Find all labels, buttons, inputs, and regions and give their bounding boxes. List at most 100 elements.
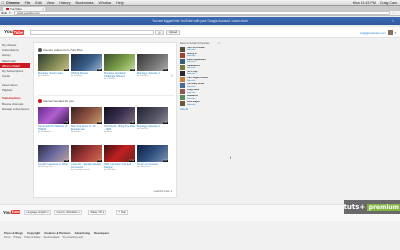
video-duration: 2:36 (63, 121, 69, 124)
video-thumbnail[interactable]: 4:46 (104, 107, 135, 124)
view-all-link[interactable]: view all (180, 108, 220, 111)
video-thumbnail[interactable]: 3:15 (137, 145, 168, 162)
video-card[interactable]: 3:59 Star Trek Frees S.. 10 Episode last… (71, 107, 102, 134)
video-card[interactable]: 3:41 Mondays, Snow Letter by TutsPlus (38, 54, 69, 81)
footer-link[interactable]: Send feedback (43, 236, 59, 239)
subscribe-link[interactable]: Subscribe (187, 73, 198, 75)
subscribe-link[interactable]: Subscribe (187, 80, 209, 82)
footer-link[interactable]: Advertising (75, 231, 90, 235)
section-divider (38, 95, 174, 96)
footer-link[interactable]: Privacy (14, 236, 22, 239)
load-more-button[interactable]: Load 10 more ▾ (154, 190, 172, 193)
video-thumbnail[interactable]: 4:12 (71, 145, 102, 162)
menubar-user[interactable]: Craig Cam (380, 1, 397, 5)
footer-link[interactable]: Terms (4, 236, 11, 239)
menu-file[interactable]: File (25, 1, 31, 5)
country-select[interactable]: Country: Worldwide ▾ (54, 210, 83, 215)
footer-link[interactable]: Policy & Safety (24, 236, 40, 239)
video-card[interactable]: 12:08 TED: Life Down Life and Passion by… (104, 145, 135, 172)
upload-button[interactable]: Upload (166, 30, 180, 35)
footer-link[interactable]: Creators & Partners (44, 231, 70, 235)
menu-view[interactable]: View (47, 1, 55, 5)
video-card[interactable]: 4:18 Mondays, Evolution Challenge Winner… (104, 54, 135, 81)
avatar[interactable] (387, 30, 393, 35)
subscribe-link[interactable]: Subscribe (187, 98, 198, 100)
video-card[interactable]: 5:02 OSXtra Review by TutsPlus (71, 54, 102, 81)
bookmark-star-icon[interactable]: ☆ (392, 11, 395, 15)
channel-avatar[interactable] (180, 95, 185, 101)
video-card[interactable]: 3:15 Conan on Comedy by TeamCoco (137, 145, 168, 172)
video-card[interactable]: 6:27 Mondays, Episode 4 by TutsPlus (137, 54, 168, 81)
section-title-recommended[interactable]: Recommended for you (38, 99, 74, 103)
video-thumbnail[interactable]: 4:18 (104, 54, 135, 71)
menu-history[interactable]: History (59, 1, 70, 5)
menu-app[interactable]: Chrome (6, 1, 20, 5)
video-thumbnail[interactable]: 12:08 (104, 145, 135, 162)
channel-avatar[interactable] (180, 77, 185, 83)
video-thumbnail[interactable]: 1:40 (38, 145, 69, 162)
video-thumbnail[interactable]: 2:36 (38, 107, 69, 124)
menu-window[interactable]: Window (99, 1, 112, 5)
video-thumbnail[interactable]: 3:41 (38, 54, 69, 71)
search-input[interactable] (30, 30, 154, 35)
menu-bookmarks[interactable]: Bookmarks (76, 1, 94, 5)
safety-select[interactable]: Safety: Off ▾ (88, 210, 107, 215)
channel-avatar[interactable] (180, 46, 185, 52)
channel-avatar[interactable] (180, 64, 185, 70)
video-duration: 12:08 (128, 159, 135, 162)
footer-link[interactable]: Press & Blogs (4, 231, 23, 235)
text-cursor-icon: I (230, 155, 232, 160)
channel-avatar[interactable] (180, 83, 185, 89)
video-thumbnail[interactable]: 6:27 (137, 54, 168, 71)
video-card[interactable]: 5:20 Mondays, Episode 3 by TutsPlus (137, 107, 168, 134)
reload-icon[interactable]: ↻ (8, 11, 12, 15)
channel-avatar[interactable] (180, 52, 185, 58)
close-icon[interactable]: × (218, 42, 220, 45)
subscribe-link[interactable]: Subscribe (187, 61, 206, 63)
user-email[interactable]: craig@example.com (360, 31, 386, 35)
footer-link[interactable]: Copyright (27, 231, 40, 235)
video-card[interactable]: 1:40 Jennifer Lawrence in Silver by Soci… (38, 145, 69, 172)
menu-edit[interactable]: Edit (35, 1, 41, 5)
subscribe-link[interactable]: Subscribe (187, 55, 198, 57)
subscribe-link[interactable]: Subscribe (187, 67, 200, 69)
chevron-down-icon[interactable]: ▾ (395, 31, 396, 35)
footer-logo[interactable]: You Tube (3, 210, 21, 215)
video-duration: 4:18 (129, 68, 135, 71)
chevron-down-icon: ▾ (47, 211, 49, 214)
video-thumbnail[interactable]: 5:02 (71, 54, 102, 71)
footer-link[interactable]: Developers (94, 231, 109, 235)
menu-help[interactable]: Help (116, 1, 123, 5)
video-thumbnail[interactable]: 3:59 (71, 107, 102, 124)
sidebar-item[interactable]: Manage subscriptions (0, 106, 30, 111)
channel-avatar[interactable] (180, 101, 185, 107)
video-card[interactable]: 4:12 Louis CK - Sanders Reads Comments b… (71, 145, 102, 172)
subscribe-link[interactable]: Subscribe (187, 104, 200, 106)
help-button[interactable]: ? Help (116, 210, 129, 215)
search-button[interactable]: ⚲ (155, 30, 164, 35)
channel-avatar[interactable] (180, 58, 185, 64)
close-icon[interactable]: × (392, 19, 394, 23)
video-card[interactable]: 4:46 Chris Rock - Bring The Pain - 1996 … (104, 107, 135, 134)
footer-link[interactable]: Try something new! (62, 236, 83, 239)
channel-item[interactable]: John Mayer Subscribe (180, 101, 220, 107)
subscribe-link[interactable]: Subscribe (187, 86, 205, 88)
channel-avatar[interactable] (180, 70, 185, 76)
video-thumbnail[interactable]: 5:20 (137, 107, 168, 124)
url-input[interactable]: www.youtube.com (14, 11, 390, 15)
section-title-recent[interactable]: Recent videos from Tuts Plus (38, 48, 83, 52)
youtube-logo[interactable]: You Tube (4, 30, 24, 36)
recommended-title: Recommended Channels (180, 42, 210, 45)
recommended-icon (38, 99, 42, 103)
user-menu[interactable]: craig@example.com ▾ (360, 30, 396, 35)
subscribe-link[interactable]: Subscribe (187, 92, 200, 94)
sidebar-item-label: Browse channels (2, 101, 24, 106)
chevron-right-icon[interactable]: › (171, 73, 173, 79)
help-label: Help (120, 211, 126, 214)
help-icon: ? (118, 211, 120, 214)
video-duration: 4:46 (129, 121, 135, 124)
video-card[interactable]: 2:36 James Earl On Marines (A TIRES) by … (38, 107, 69, 134)
language-select[interactable]: Language: English ▾ (24, 210, 52, 215)
channel-avatar[interactable] (180, 89, 185, 95)
subscribe-link[interactable]: Subscribe (187, 49, 205, 51)
